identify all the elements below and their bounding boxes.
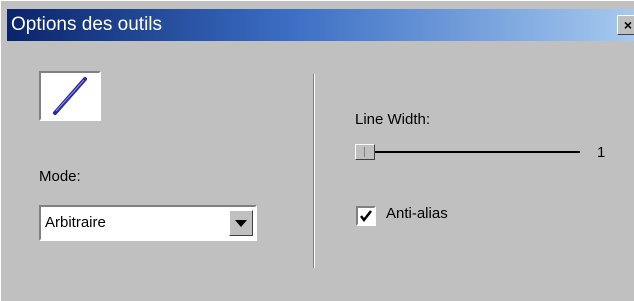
anti-alias-checkbox[interactable] [356, 206, 376, 226]
window-title: Options des outils [11, 14, 163, 35]
mode-select[interactable]: Arbitraire [39, 205, 257, 241]
title-bar[interactable]: Options des outils × [7, 9, 634, 41]
checkmark-icon [360, 210, 372, 223]
anti-alias-label: Anti-alias [386, 205, 448, 222]
line-tool-icon [53, 77, 87, 115]
line-width-value: 1 [597, 144, 606, 161]
mode-label: Mode: [39, 168, 81, 185]
line-width-slider-track[interactable] [355, 151, 580, 153]
line-width-label: Line Width: [355, 111, 431, 128]
close-button[interactable]: × [617, 15, 634, 35]
mode-value: Arbitraire [45, 214, 106, 231]
close-icon: × [623, 17, 633, 33]
tool-preview [39, 71, 101, 121]
tool-options-window: Options des outils × Mode: Arbitraire Li… [0, 0, 634, 301]
vertical-separator [313, 74, 315, 268]
dropdown-button[interactable] [229, 210, 253, 236]
line-width-slider-thumb[interactable] [355, 144, 375, 160]
